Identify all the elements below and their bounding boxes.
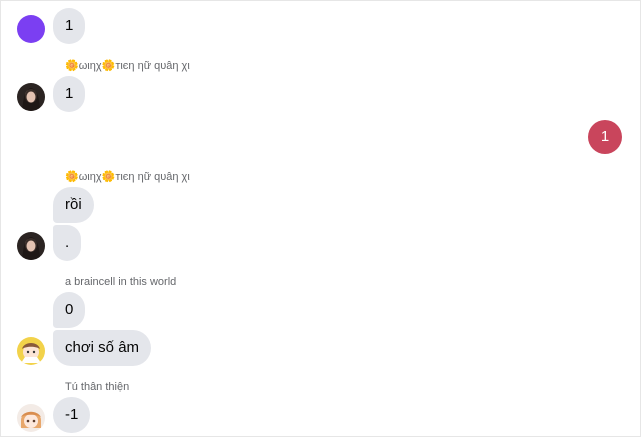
- message-bubble[interactable]: -1: [53, 397, 91, 433]
- avatar[interactable]: [17, 232, 45, 260]
- avatar[interactable]: [17, 83, 45, 111]
- profile-photo-icon: [17, 83, 45, 111]
- message-bubble[interactable]: 1: [53, 76, 86, 112]
- sender-name: a braincell in this world: [65, 276, 177, 288]
- profile-photo-icon: [17, 337, 45, 365]
- message-bubble[interactable]: .: [53, 225, 82, 261]
- avatar[interactable]: [17, 337, 45, 365]
- avatar[interactable]: [17, 404, 45, 432]
- sender-name: 🌼ωιηχ🌼тιєη ηữ qυâη χι: [65, 60, 190, 72]
- message-bubble[interactable]: 0: [53, 292, 86, 328]
- own-message-bubble[interactable]: 1: [588, 120, 622, 154]
- profile-photo-icon: [17, 404, 45, 432]
- message-bubble[interactable]: chơi số âm: [53, 330, 152, 366]
- profile-photo-icon: [17, 232, 45, 260]
- sender-name: Tú thân thiện: [65, 381, 130, 393]
- sender-name: 🌼ωιηχ🌼тιєη ηữ qυâη χι: [65, 171, 190, 183]
- message-bubble[interactable]: 1: [53, 8, 86, 44]
- message-bubble[interactable]: rồi: [53, 187, 94, 223]
- avatar[interactable]: [17, 15, 45, 43]
- chat-message-list[interactable]: 1 🌼ωιηχ🌼тιєη ηữ qυâη χι 1 1 🌼ωιηχ🌼тιєη η…: [0, 0, 641, 437]
